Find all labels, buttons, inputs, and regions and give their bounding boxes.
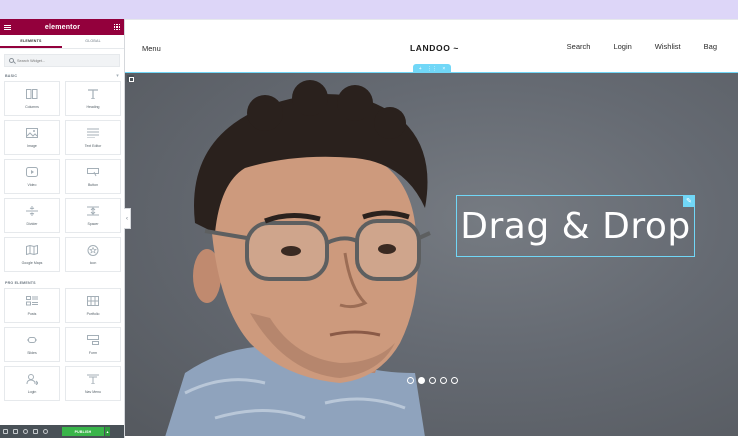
slider-dot[interactable]: [407, 377, 414, 384]
widget-button[interactable]: Button: [65, 159, 121, 194]
widget-search[interactable]: [4, 54, 120, 67]
collapse-icon[interactable]: ▾: [116, 73, 119, 79]
posts-icon: [26, 296, 39, 307]
add-section-icon[interactable]: +: [419, 66, 422, 72]
panel-footer: PUBLISH ▴: [0, 425, 124, 438]
widget-text-editor[interactable]: Text Editor: [65, 120, 121, 155]
widget-heading[interactable]: Heading: [65, 81, 121, 116]
divider-icon: [26, 206, 39, 217]
site-header: Menu LANDOO ~ Search Login Wishlist Bag …: [125, 19, 738, 73]
nav-menu-link[interactable]: Menu: [142, 44, 161, 53]
widget-spacer[interactable]: Spacer: [65, 198, 121, 233]
slider-dot[interactable]: [429, 377, 436, 384]
slider-dot[interactable]: [440, 377, 447, 384]
publish-button[interactable]: PUBLISH: [62, 427, 104, 436]
widget-image[interactable]: Image: [4, 120, 60, 155]
widgets-grid-icon[interactable]: [113, 24, 120, 30]
slides-icon: [26, 335, 39, 346]
heading-widget-selected[interactable]: Drag & Drop ✎: [456, 195, 695, 257]
nav-login-link[interactable]: Login: [613, 42, 631, 51]
drag-section-icon[interactable]: ⋮⋮: [427, 66, 437, 72]
hamburger-icon[interactable]: [4, 24, 11, 30]
widget-columns[interactable]: Columns: [4, 81, 60, 116]
columns-icon: [26, 89, 39, 100]
widget-video[interactable]: Video: [4, 159, 60, 194]
tab-elements[interactable]: ELEMENTS: [0, 35, 62, 48]
nav-search-link[interactable]: Search: [567, 42, 591, 51]
widget-google-maps[interactable]: Google Maps: [4, 237, 60, 272]
widget-nav-menu[interactable]: Nav Menu: [65, 366, 121, 401]
button-icon: [87, 167, 100, 178]
hero-section[interactable]: Drag & Drop ✎: [125, 72, 738, 436]
form-icon: [87, 335, 100, 346]
nav-wishlist-link[interactable]: Wishlist: [655, 42, 681, 51]
slider-dot[interactable]: [451, 377, 458, 384]
hero-headline[interactable]: Drag & Drop: [460, 206, 691, 247]
collapse-panel-handle[interactable]: ‹: [124, 208, 131, 229]
brand-logo: elementor: [44, 23, 81, 31]
navigator-icon[interactable]: [13, 429, 18, 434]
text-editor-icon: [87, 128, 100, 139]
site-logo[interactable]: LANDOO ~: [410, 43, 459, 53]
slider-dot[interactable]: [418, 377, 425, 384]
login-icon: [26, 373, 39, 385]
widget-divider[interactable]: Divider: [4, 198, 60, 233]
widget-posts[interactable]: Posts: [4, 288, 60, 323]
panel-header: elementor: [0, 19, 124, 35]
tab-global[interactable]: GLOBAL: [62, 35, 124, 48]
heading-icon: [87, 89, 100, 100]
nav-right: Search Login Wishlist Bag: [567, 42, 717, 51]
widgets-basic: Columns Heading Image Text Editor Video: [0, 81, 124, 272]
widget-form[interactable]: Form: [65, 327, 121, 362]
video-icon: [26, 167, 39, 178]
responsive-mode-icon[interactable]: [33, 429, 38, 434]
nav-bag-link[interactable]: Bag: [704, 42, 717, 51]
history-icon[interactable]: [23, 429, 28, 434]
widget-slides[interactable]: Slides: [4, 327, 60, 362]
elementor-panel: elementor ELEMENTS GLOBAL BASIC ▾ Column…: [0, 19, 125, 438]
publish-options-icon[interactable]: ▴: [105, 427, 110, 436]
portfolio-icon: [87, 296, 100, 307]
nav-menu-icon: [87, 374, 100, 385]
image-icon: [26, 128, 39, 139]
spacer-icon: [87, 206, 100, 217]
widget-portfolio[interactable]: Portfolio: [65, 288, 121, 323]
panel-tabs: ELEMENTS GLOBAL: [0, 35, 124, 49]
category-title-basic[interactable]: BASIC ▾: [0, 71, 124, 81]
widgets-pro: Posts Portfolio Slides Form Login Nav Me…: [0, 288, 124, 401]
search-icon: [9, 58, 14, 63]
preview-eye-icon[interactable]: [43, 429, 48, 434]
settings-icon[interactable]: [3, 429, 8, 434]
widget-login[interactable]: Login: [4, 366, 60, 401]
map-icon: [26, 245, 39, 256]
category-title-pro[interactable]: PRO ELEMENTS: [0, 278, 124, 288]
slider-pagination: [407, 377, 458, 384]
star-icon: [87, 244, 100, 256]
edit-pencil-icon[interactable]: ✎: [683, 195, 695, 207]
search-input[interactable]: [17, 58, 107, 63]
widget-icon[interactable]: Icon: [65, 237, 121, 272]
delete-section-icon[interactable]: ×: [442, 66, 445, 72]
page-preview: Menu LANDOO ~ Search Login Wishlist Bag …: [125, 19, 738, 438]
